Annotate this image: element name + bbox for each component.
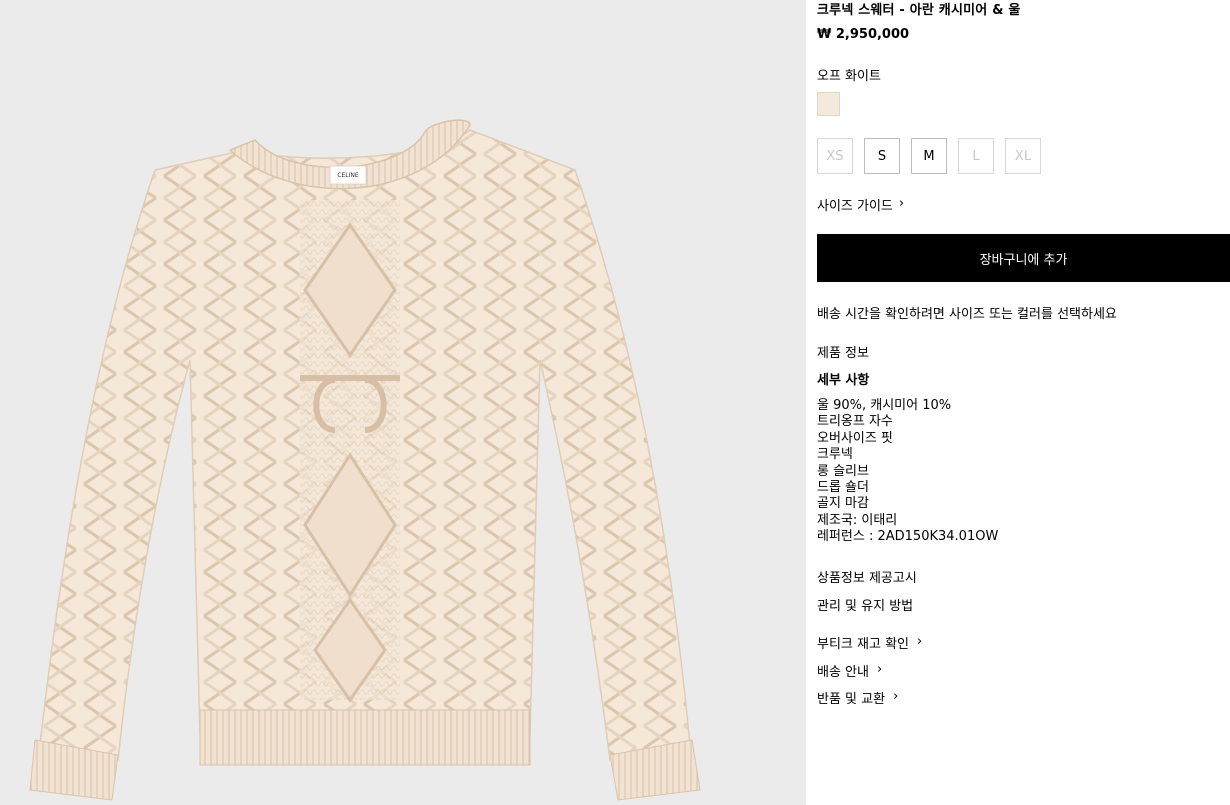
size-option-xl[interactable]: XL xyxy=(1005,138,1041,174)
product-title: 크루넥 스웨터 - 아란 캐시미어 & 울 xyxy=(817,3,1021,18)
delivery-info-label: 배송 안내 xyxy=(817,665,869,680)
size-option-s[interactable]: S xyxy=(864,138,900,174)
delivery-info-link[interactable]: 배송 안내 › xyxy=(817,661,882,680)
size-option-l[interactable]: L xyxy=(958,138,994,174)
returns-label: 반품 및 교환 xyxy=(817,692,886,707)
detail-item: 제조국: 이태리 xyxy=(817,512,898,528)
size-option-xs[interactable]: XS xyxy=(817,138,853,174)
color-swatch-off-white[interactable] xyxy=(817,92,840,116)
size-guide-label: 사이즈 가이드 xyxy=(817,199,893,214)
neck-label-text: CELINE xyxy=(337,172,359,179)
detail-item: 크루넥 xyxy=(817,447,853,463)
shipping-note: 배송 시간을 확인하려면 사이즈 또는 컬러를 선택하세요 xyxy=(817,307,1117,322)
product-image[interactable]: CELINE xyxy=(0,0,806,805)
add-to-cart-button[interactable]: 장바구니에 추가 xyxy=(817,234,1230,282)
boutique-stock-label: 부티크 재고 확인 xyxy=(817,637,909,652)
product-price: ₩ 2,950,000 xyxy=(817,27,910,42)
size-guide-link[interactable]: 사이즈 가이드 › xyxy=(817,195,904,214)
product-notice-link[interactable]: 상품정보 제공고시 xyxy=(817,567,917,586)
size-option-m[interactable]: M xyxy=(911,138,947,174)
chevron-right-icon: › xyxy=(898,196,905,211)
chevron-right-icon: › xyxy=(917,634,923,649)
color-name: 오프 화이트 xyxy=(817,69,881,84)
product-info-tab[interactable]: 제품 정보 xyxy=(817,342,869,361)
detail-item: 울 90%, 캐시미어 10% xyxy=(817,398,952,413)
care-instructions-link[interactable]: 관리 및 유지 방법 xyxy=(817,595,913,614)
sweater-illustration: CELINE xyxy=(29,119,701,801)
detail-item: 드롭 숄더 xyxy=(817,480,869,496)
product-info-panel: 크루넥 스웨터 - 아란 캐시미어 & 울 ₩ 2,950,000 오프 화이트… xyxy=(817,0,1230,805)
details-list: 울 90%, 캐시미어 10% 트리옹프 자수 오버사이즈 핏 크루넥 롱 슬리… xyxy=(817,398,998,546)
detail-item: 골지 마감 xyxy=(817,496,869,512)
boutique-stock-link[interactable]: 부티크 재고 확인 › xyxy=(817,633,922,652)
detail-item: 레퍼런스 : 2AD150K34.01OW xyxy=(817,529,999,545)
size-selector: XS S M L XL xyxy=(817,138,1041,174)
detail-item: 오버사이즈 핏 xyxy=(817,430,893,446)
returns-link[interactable]: 반품 및 교환 › xyxy=(817,688,898,707)
chevron-right-icon: › xyxy=(876,662,883,677)
chevron-right-icon: › xyxy=(893,689,899,704)
detail-item: 트리옹프 자수 xyxy=(817,414,893,430)
details-heading[interactable]: 세부 사항 xyxy=(817,369,869,388)
detail-item: 롱 슬리브 xyxy=(817,463,869,479)
